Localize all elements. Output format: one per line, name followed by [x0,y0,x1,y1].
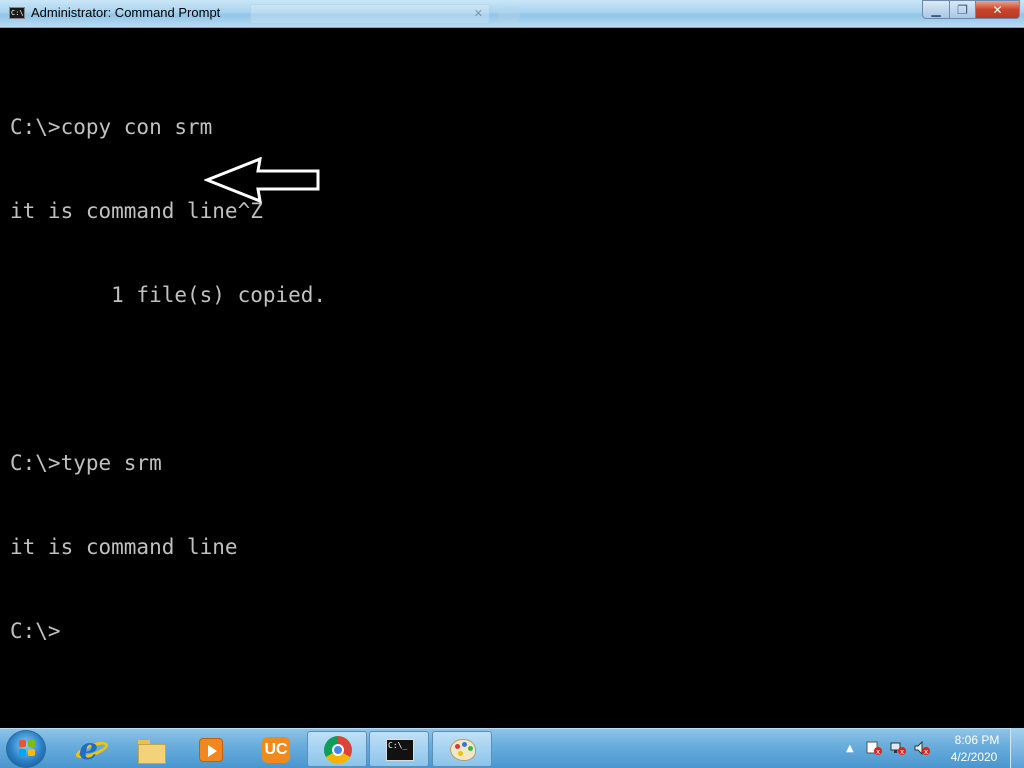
vertical-scrollbar[interactable] [1010,28,1024,728]
taskbar-internet-explorer[interactable]: e [60,731,120,767]
action-center-error-icon[interactable]: x [866,741,882,755]
arrow-icon [204,157,320,203]
taskbar: e UC C:\_ ▲ x x x [0,728,1024,768]
media-player-icon [196,736,226,764]
console-output[interactable]: C:\>copy con srm it is command line^Z 1 … [0,28,1010,728]
network-error-icon[interactable]: x [890,741,906,755]
taskbar-media-player[interactable] [180,731,240,767]
clock-time[interactable]: 8:06 PM [952,733,1002,747]
clock-date[interactable]: 4/2/2020 [946,750,1002,764]
close-icon: ✕ [473,7,483,20]
taskbar-uc-browser[interactable]: UC [244,731,304,767]
minimize-icon: ▁ [931,2,941,17]
close-icon: ✕ [992,2,1003,17]
maximize-button[interactable]: ❐ [950,0,976,19]
console-lines: C:\>copy con srm it is command line^Z 1 … [10,57,326,701]
new-tab-icon [498,6,520,24]
svg-text:x: x [900,748,904,755]
taskbar-file-explorer[interactable] [120,731,180,767]
taskbar-chrome[interactable] [307,731,367,767]
show-desktop-button[interactable] [1010,728,1024,768]
window-title: Administrator: Command Prompt [31,5,221,20]
background-window-tab: ✕ [250,4,490,24]
svg-text:x: x [924,748,928,755]
chrome-icon [323,736,353,764]
show-hidden-icons-icon[interactable]: ▲ [846,743,854,754]
minimize-button[interactable]: ▁ [922,0,950,19]
console-line: it is command line [10,535,238,559]
start-button[interactable] [6,730,46,768]
svg-text:x: x [876,748,880,755]
maximize-icon: ❐ [957,2,968,17]
internet-explorer-icon: e [73,735,111,765]
taskbar-paint[interactable] [432,731,492,767]
console-line: C:\>copy con srm [10,115,213,139]
console-line: 1 file(s) copied. [10,283,327,307]
close-button[interactable]: ✕ [976,0,1020,19]
file-explorer-icon [136,736,166,764]
command-prompt-icon: C:\_ [385,736,415,764]
title-bar[interactable]: C:\ Administrator: Command Prompt ✕ ▁ ❐ … [0,0,1024,28]
console-line: C:\>type srm [10,451,162,475]
windows-logo-icon [19,740,35,756]
taskbar-command-prompt[interactable]: C:\_ [369,731,429,767]
cmd-icon: C:\ [9,7,25,19]
console-prompt: C:\> [10,619,61,643]
window-controls: ▁ ❐ ✕ [922,0,1020,19]
uc-browser-icon: UC [260,736,290,764]
paint-icon [448,736,478,764]
volume-muted-icon[interactable]: x [914,741,930,755]
